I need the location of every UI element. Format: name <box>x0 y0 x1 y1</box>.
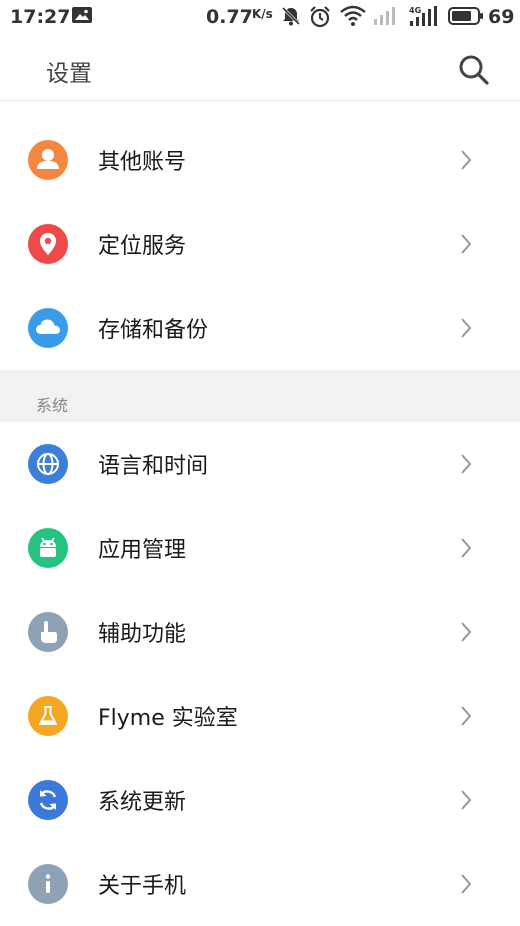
alarm-icon <box>310 6 330 28</box>
settings-item-other-accounts[interactable]: 其他账号 <box>0 118 520 202</box>
person-icon <box>28 140 68 180</box>
section-label: 系统 <box>36 396 69 415</box>
item-label: 定位服务 <box>98 234 187 259</box>
globe-icon <box>28 444 68 484</box>
section-header-system: 系统 <box>0 370 520 422</box>
chevron-right-icon <box>461 622 472 642</box>
chevron-right-icon <box>461 234 472 254</box>
page-title: 设置 <box>46 61 92 87</box>
gallery-notification-icon <box>72 7 92 23</box>
item-label: Flyme 实验室 <box>98 706 238 731</box>
bell-muted-icon <box>281 6 301 26</box>
item-label: 存储和备份 <box>98 318 209 343</box>
chevron-right-icon <box>461 538 472 558</box>
item-label: 辅助功能 <box>98 622 187 647</box>
settings-item-flyme-lab[interactable]: Flyme 实验室 <box>0 674 520 758</box>
settings-item-about-phone[interactable]: 关于手机 <box>0 842 520 926</box>
settings-item-system-update[interactable]: 系统更新 <box>0 758 520 842</box>
settings-item-app-management[interactable]: 应用管理 <box>0 506 520 590</box>
item-label: 系统更新 <box>98 790 187 815</box>
settings-item-accessibility[interactable]: 辅助功能 <box>0 590 520 674</box>
cloud-icon <box>28 308 68 348</box>
chevron-right-icon <box>461 454 472 474</box>
location-pin-icon <box>28 224 68 264</box>
chevron-right-icon <box>461 150 472 170</box>
battery-level: 69 <box>488 6 515 28</box>
settings-item-language-time[interactable]: 语言和时间 <box>0 422 520 506</box>
flask-icon <box>28 696 68 736</box>
chevron-right-icon <box>461 790 472 810</box>
item-label: 其他账号 <box>98 150 187 175</box>
signal-sim1-icon <box>374 7 395 25</box>
battery-icon <box>448 7 483 25</box>
app-header: 设置 <box>0 36 520 101</box>
android-icon <box>28 528 68 568</box>
net-speed: 0.77 <box>206 6 253 28</box>
svg-text:4G: 4G <box>409 6 421 15</box>
hand-pointer-icon <box>28 612 68 652</box>
search-icon[interactable] <box>456 52 492 88</box>
chevron-right-icon <box>461 318 472 338</box>
wifi-icon <box>340 5 366 26</box>
chevron-right-icon <box>461 874 472 894</box>
settings-item-storage-backup[interactable]: 存储和备份 <box>0 286 520 370</box>
settings-item-location[interactable]: 定位服务 <box>0 202 520 286</box>
chevron-right-icon <box>461 706 472 726</box>
status-time: 17:27 <box>10 6 71 28</box>
refresh-icon <box>28 780 68 820</box>
info-icon <box>28 864 68 904</box>
item-label: 语言和时间 <box>98 454 209 479</box>
item-label: 应用管理 <box>98 538 187 563</box>
status-bar: 17:27 0.77 K/s 4G 69 <box>0 0 520 34</box>
item-label: 关于手机 <box>98 874 187 899</box>
net-speed-unit: K/s <box>252 7 273 21</box>
signal-4g-icon: 4G <box>409 6 437 26</box>
